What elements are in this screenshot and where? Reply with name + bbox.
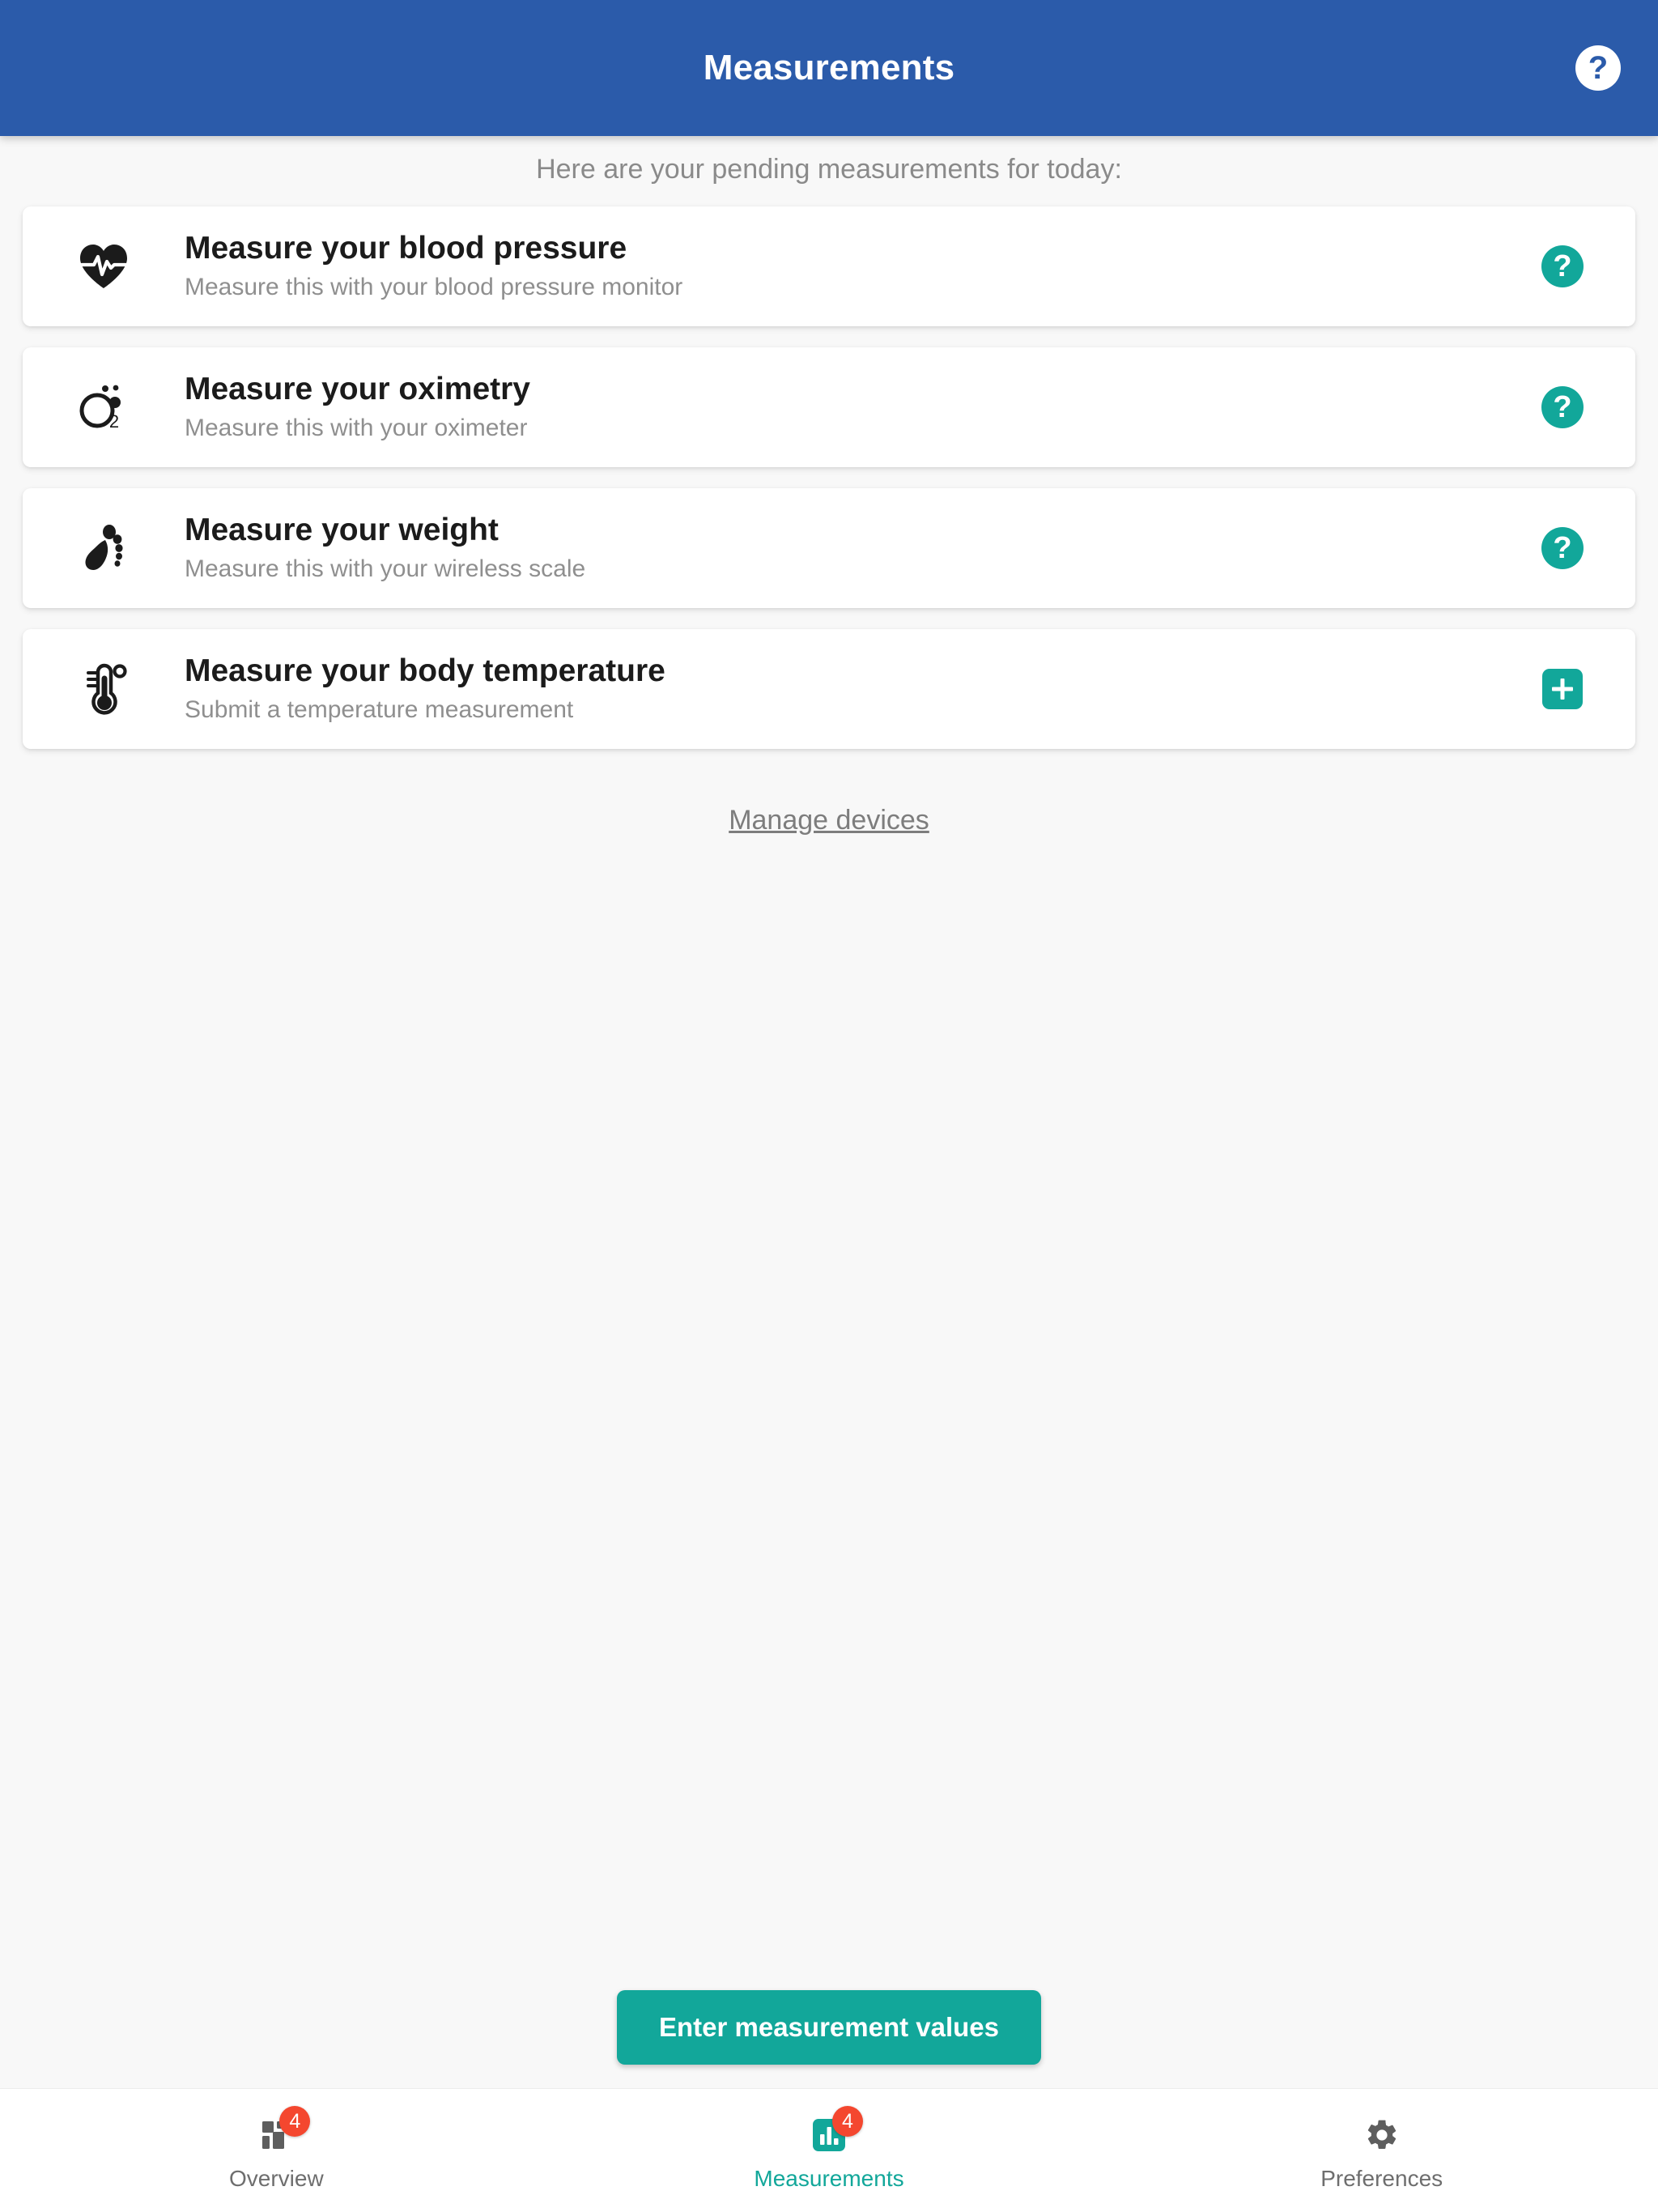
card-text-group: Measure your blood pressure Measure this…	[185, 231, 1490, 301]
card-action-cell[interactable]	[1490, 629, 1635, 749]
nav-icon-wrap-overview: 4	[250, 2106, 311, 2156]
card-action-cell[interactable]: ?	[1490, 206, 1635, 326]
oxygen-o2-icon: 2	[23, 347, 185, 467]
manage-devices-link[interactable]: Manage devices	[729, 805, 929, 836]
bottom-navigation: 4 Overview 4 Measurements Preferences	[0, 2088, 1658, 2212]
help-circle-button[interactable]: ?	[1541, 245, 1584, 287]
nav-label-preferences: Preferences	[1320, 2166, 1443, 2191]
help-circle-icon[interactable]: ?	[1575, 45, 1621, 91]
nav-badge-measurements: 4	[832, 2106, 863, 2137]
nav-item-measurements[interactable]: 4 Measurements	[553, 2089, 1106, 2212]
card-subtitle: Submit a temperature measurement	[185, 696, 574, 724]
measurement-card-body-temperature[interactable]: Measure your body temperature Submit a t…	[23, 629, 1635, 749]
card-subtitle: Measure this with your blood pressure mo…	[185, 274, 683, 301]
measurement-card-weight[interactable]: Measure your weight Measure this with yo…	[23, 488, 1635, 608]
heart-pulse-icon	[23, 206, 185, 326]
nav-label-overview: Overview	[228, 2166, 324, 2191]
card-title: Measure your body temperature	[185, 653, 665, 689]
card-title: Measure your oximetry	[185, 372, 531, 407]
thermometer-icon	[23, 629, 185, 749]
cta-row: Enter measurement values	[0, 1990, 1658, 2065]
card-title: Measure your weight	[185, 513, 499, 548]
card-subtitle: Measure this with your oximeter	[185, 415, 528, 442]
card-action-cell[interactable]: ?	[1490, 347, 1635, 467]
measurement-card-oximetry[interactable]: 2 Measure your oximetry Measure this wit…	[23, 347, 1635, 467]
card-action-cell[interactable]: ?	[1490, 488, 1635, 608]
card-text-group: Measure your weight Measure this with yo…	[185, 513, 1490, 583]
nav-item-overview[interactable]: 4 Overview	[0, 2089, 553, 2212]
enter-measurement-values-button[interactable]: Enter measurement values	[616, 1990, 1042, 2065]
page-title: Measurements	[703, 48, 955, 87]
help-circle-button[interactable]: ?	[1541, 386, 1584, 428]
nav-item-preferences[interactable]: Preferences	[1105, 2089, 1658, 2212]
nav-icon-wrap-preferences	[1356, 2114, 1408, 2156]
footprint-icon	[23, 488, 185, 608]
nav-label-measurements: Measurements	[754, 2166, 904, 2191]
card-title: Measure your blood pressure	[185, 231, 627, 266]
nav-badge-overview: 4	[279, 2106, 311, 2137]
app-header: Measurements ?	[0, 0, 1658, 136]
card-text-group: Measure your oximetry Measure this with …	[185, 372, 1490, 442]
manage-devices-row: Manage devices	[0, 805, 1658, 836]
measurement-card-blood-pressure[interactable]: Measure your blood pressure Measure this…	[23, 206, 1635, 326]
card-subtitle: Measure this with your wireless scale	[185, 555, 586, 583]
gear-icon	[1367, 2120, 1396, 2149]
nav-icon-wrap-measurements: 4	[803, 2106, 863, 2156]
card-text-group: Measure your body temperature Submit a t…	[185, 653, 1490, 724]
help-circle-button[interactable]: ?	[1541, 527, 1584, 569]
svg-text:2: 2	[109, 411, 119, 432]
measurement-card-list: Measure your blood pressure Measure this…	[0, 206, 1658, 770]
add-plus-button[interactable]	[1542, 669, 1583, 709]
intro-text: Here are your pending measurements for t…	[536, 154, 1122, 185]
